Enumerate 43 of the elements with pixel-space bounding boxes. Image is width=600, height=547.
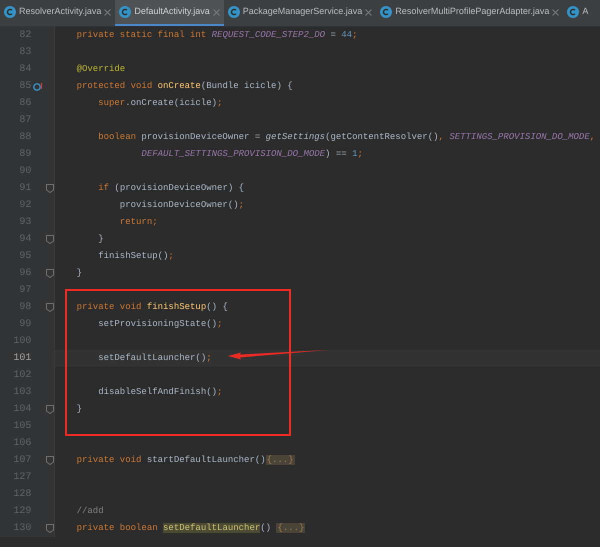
class-icon bbox=[228, 6, 240, 18]
code-line: if (provisionDeviceOwner) { bbox=[97, 182, 244, 195]
code-line: } bbox=[97, 233, 104, 246]
code-line: setProvisioningState(); bbox=[97, 318, 222, 331]
fold-icon[interactable] bbox=[46, 235, 54, 244]
class-icon bbox=[4, 6, 16, 18]
code-line: private void finishSetup() { bbox=[76, 301, 228, 314]
editor-tab[interactable]: PackageManagerService.java bbox=[224, 0, 376, 26]
class-icon bbox=[567, 6, 580, 18]
code-line: } bbox=[76, 403, 82, 416]
line-number: 101 bbox=[12, 352, 32, 366]
code-line: DEFAULT_SETTINGS_PROVISION_DO_MODE) == 1; bbox=[140, 148, 363, 161]
code-line: private void startDefaultLauncher(){...} bbox=[76, 454, 295, 467]
editor-tab[interactable]: DefaultActivity.java bbox=[115, 0, 224, 26]
code-line: disableSelfAndFinish(); bbox=[97, 386, 222, 399]
code-line: private static final int REQUEST_CODE_STEP2_DO = 44; bbox=[76, 29, 358, 42]
fold-icon[interactable] bbox=[46, 524, 54, 533]
code-line: provisionDeviceOwner(); bbox=[118, 199, 244, 212]
code-line: boolean provisionDeviceOwner = getSettings(getContentResolver(), SETTINGS_PROVISION_DO_MODE, bbox=[97, 131, 596, 144]
close-icon[interactable] bbox=[365, 8, 372, 16]
fold-icon[interactable] bbox=[46, 303, 54, 312]
close-icon[interactable] bbox=[104, 8, 112, 16]
fold-icon[interactable] bbox=[46, 184, 54, 193]
code-line: super.onCreate(icicle); bbox=[97, 97, 222, 110]
code-line: } bbox=[76, 267, 82, 280]
close-icon[interactable] bbox=[552, 8, 560, 16]
code-line: @Override bbox=[76, 63, 126, 76]
fold-icon[interactable] bbox=[46, 456, 54, 465]
editor-tab[interactable]: ResolverActivity.java bbox=[0, 0, 116, 26]
fold-icon[interactable] bbox=[46, 405, 54, 414]
editor-tab[interactable]: A bbox=[563, 0, 592, 26]
code-line: //add bbox=[76, 505, 104, 518]
override-icon[interactable] bbox=[33, 82, 44, 92]
code-line: protected void onCreate(Bundle icicle) { bbox=[76, 80, 293, 93]
editor-tab[interactable]: ResolverMultiProfilePagerAdapter.java bbox=[376, 0, 564, 26]
class-icon bbox=[119, 6, 132, 18]
fold-icon[interactable] bbox=[46, 269, 54, 278]
code-line: private boolean setDefaultLauncher() {...} bbox=[76, 522, 306, 535]
code-line: finishSetup(); bbox=[97, 250, 174, 263]
close-icon[interactable] bbox=[212, 8, 220, 16]
code-line: setDefaultLauncher(); bbox=[97, 352, 212, 365]
class-icon bbox=[380, 6, 392, 18]
code-line: return; bbox=[118, 216, 158, 229]
